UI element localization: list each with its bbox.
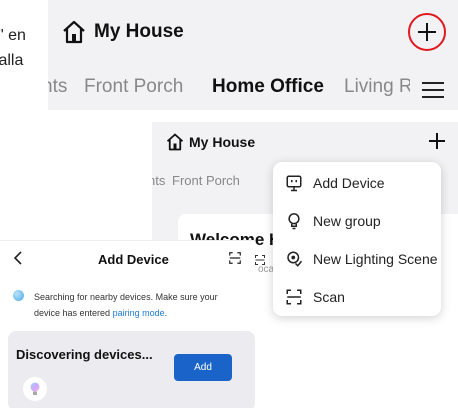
background-text-line-1: " en xyxy=(0,27,26,44)
info-dot-icon xyxy=(13,290,24,301)
background-text-line-2: talla xyxy=(0,52,24,69)
add-device-panel: Add Device Searching for nearby devices.… xyxy=(0,240,255,408)
search-message: Searching for nearby devices. Make sure … xyxy=(34,289,244,321)
tab-front-porch[interactable]: Front Porch xyxy=(84,76,183,98)
chevron-left-icon[interactable] xyxy=(12,251,24,265)
menu-item-scan[interactable]: Scan xyxy=(273,278,441,316)
discovering-title: Discovering devices... xyxy=(16,347,153,362)
room-tabs: nts Front Porch Home Office Living Ro xyxy=(48,76,410,104)
tab-partial[interactable]: nts xyxy=(48,76,67,98)
add-plus-circle-icon[interactable] xyxy=(408,13,446,51)
device-plug-icon xyxy=(286,175,302,192)
page-title: Add Device xyxy=(98,252,169,267)
room-tabs: nts Front Porch xyxy=(152,173,272,193)
menu-item-label: New Lighting Scene xyxy=(313,251,438,267)
pairing-mode-link[interactable]: pairing mode xyxy=(113,308,165,318)
menu-item-label: New group xyxy=(313,213,381,229)
tab-front-porch[interactable]: Front Porch xyxy=(172,173,240,188)
home-icon[interactable] xyxy=(166,133,184,151)
bulb-icon[interactable] xyxy=(23,377,47,401)
add-menu-dropdown: Add Device New group New Lighting Scene … xyxy=(273,162,441,316)
lightbulb-icon xyxy=(288,213,300,230)
search-message-end: . xyxy=(164,308,168,318)
discovering-card: Discovering devices... Add xyxy=(8,331,255,408)
menu-item-add-device[interactable]: Add Device xyxy=(273,164,441,202)
scan-icon xyxy=(286,289,302,305)
home-title[interactable]: My House xyxy=(189,134,255,150)
home-header-panel-large: My House nts Front Porch Home Office Liv… xyxy=(48,0,458,110)
menu-item-new-lighting-scene[interactable]: New Lighting Scene xyxy=(273,240,441,278)
menu-item-label: Add Device xyxy=(313,175,385,191)
menu-item-label: Scan xyxy=(313,289,345,305)
hamburger-icon[interactable] xyxy=(422,81,444,99)
tab-home-office[interactable]: Home Office xyxy=(212,76,324,98)
plus-icon[interactable] xyxy=(428,132,446,150)
add-button[interactable]: Add xyxy=(174,354,232,381)
bulb-glyph xyxy=(30,382,40,395)
home-title[interactable]: My House xyxy=(94,21,184,43)
scan-icon[interactable] xyxy=(228,251,242,265)
menu-item-new-group[interactable]: New group xyxy=(273,202,441,240)
tab-partial[interactable]: nts xyxy=(152,173,165,188)
home-icon[interactable] xyxy=(62,20,86,44)
lighting-scene-icon xyxy=(287,251,303,267)
tab-living-room[interactable]: Living Ro xyxy=(344,76,410,98)
